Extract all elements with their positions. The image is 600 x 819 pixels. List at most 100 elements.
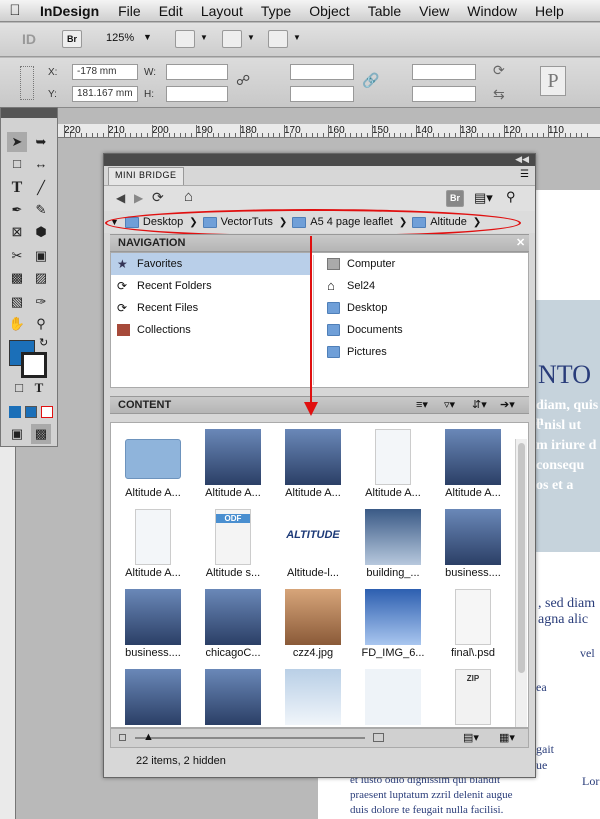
nav-sel24[interactable]: ⌂ Sel24 [321,275,521,297]
view-mode-icon[interactable]: ▤▾ [463,731,479,744]
thumbnail-item[interactable]: czz4.jpg [273,589,353,669]
apply-color-icon[interactable] [9,406,21,418]
search-icon[interactable]: ⚲ [506,189,516,205]
scissors-tool-icon[interactable]: ✂ [7,246,27,266]
line-tool-icon[interactable]: ╱ [31,178,51,198]
y-field[interactable]: 181.167 mm [72,86,138,102]
pencil-tool-icon[interactable]: ✎ [31,200,51,220]
zoom-dropdown-icon[interactable]: ▼ [143,32,152,42]
nav-desktop[interactable]: Desktop [321,297,521,319]
scale-link-icon[interactable]: 🔗 [362,72,379,89]
w-field[interactable] [166,64,228,80]
stroke-swatch[interactable] [21,352,47,378]
h-field[interactable] [166,86,228,102]
panel-menu-icon[interactable]: ☰ [520,169,529,180]
zoom-tool-icon[interactable]: ⚲ [31,314,51,334]
tab-mini-bridge[interactable]: MINI BRIDGE [108,167,184,185]
tools-panel-header[interactable] [1,108,57,118]
go-to-bridge-button[interactable]: Br [446,190,464,207]
eyedropper-tool-icon[interactable]: ✑ [31,292,51,312]
thumbnail-item[interactable]: Altitude A... [433,429,513,509]
apply-none-icon[interactable] [41,406,53,418]
thumbnail-item[interactable]: chicagoC... [193,589,273,669]
rotation-field[interactable] [412,64,476,80]
nav-computer[interactable]: Computer [321,253,521,275]
preview-mode-icon[interactable]: ▩ [31,424,51,444]
thumbnail-slider-track[interactable] [135,737,365,739]
navigation-header[interactable]: NAVIGATION [110,234,529,252]
reference-point-icon[interactable] [20,66,34,100]
menu-object[interactable]: Object [300,3,358,19]
apply-gradient-icon[interactable] [25,406,37,418]
thumbnail-item[interactable]: business.... [113,589,193,669]
thumbnail-item[interactable]: FD_IMG_6... [353,589,433,669]
free-transform-tool-icon[interactable]: ▣ [31,246,51,266]
screen-mode-dropdown-icon[interactable]: ▼ [247,33,255,42]
scale-y-field[interactable] [290,86,354,102]
thumbnail-item[interactable]: Altitude A... [193,429,273,509]
rotate-icon[interactable]: ⟳ [493,62,505,79]
thumbnail-slider-handle[interactable]: ▲ [143,731,154,743]
apple-icon[interactable]:  [0,2,30,19]
view-options-icon[interactable]: ▦▾ [499,731,515,744]
constrain-link-icon[interactable]: ☍ [236,72,250,89]
nav-recent-files[interactable]: ⟳ Recent Files [111,297,311,319]
filter-icon[interactable]: ▿▾ [444,398,455,411]
note-tool-icon[interactable]: ▧ [7,292,27,312]
scroll-thumb[interactable] [518,443,525,673]
collapse-panel-icon[interactable]: ◀◀ [515,154,529,165]
sort-icon[interactable]: ≡▾ [416,398,428,411]
gradient-swatch-tool-icon[interactable]: ▩ [7,268,27,288]
scale-x-field[interactable] [290,64,354,80]
flip-icon[interactable]: ⇆ [493,86,505,103]
paragraph-icon[interactable]: P [540,66,566,96]
menu-layout[interactable]: Layout [192,3,252,19]
swap-fill-stroke-icon[interactable]: ↻ [39,336,48,349]
tools-menu-icon[interactable]: ➔▾ [500,398,515,411]
home-icon[interactable]: ⌂ [184,188,193,205]
menu-view[interactable]: View [410,3,458,19]
sort-order-icon[interactable]: ⇵▾ [472,398,487,411]
content-scrollbar[interactable] [515,439,527,727]
menu-table[interactable]: Table [359,3,410,19]
type-tool-icon[interactable]: T [7,178,27,198]
screen-mode-icon[interactable] [222,30,242,48]
menu-edit[interactable]: Edit [150,3,192,19]
nav-favorites[interactable]: ★ Favorites [111,253,311,275]
menu-type[interactable]: Type [252,3,300,19]
arrange-dropdown-icon[interactable]: ▼ [293,33,301,42]
view-dropdown-icon[interactable]: ▼ [200,33,208,42]
nav-documents[interactable]: Documents [321,319,521,341]
thumbnail-item[interactable]: Altitude A... [353,429,433,509]
thumbnail-item[interactable]: ODF Altitude s... [193,509,273,589]
pen-tool-icon[interactable]: ✒ [7,200,27,220]
view-menu-icon[interactable]: ▤▾ [474,190,493,206]
gap-tool-icon[interactable]: ↔ [31,154,51,174]
menu-file[interactable]: File [109,3,150,19]
nav-collections[interactable]: Collections [111,319,311,341]
direct-selection-tool-icon[interactable]: ➥ [31,132,51,152]
back-icon[interactable]: ◀ [116,191,125,205]
recent-folder-icon[interactable]: ⟳ [152,189,164,206]
normal-mode-icon[interactable]: ▣ [7,424,27,444]
thumbnail-item[interactable]: ALTITUDE Altitude-l... [273,509,353,589]
thumbnail-item[interactable]: business.... [433,509,513,589]
bridge-button[interactable]: Br [62,30,82,48]
formatting-container-icon[interactable]: □ [9,378,29,398]
nav-recent-folders[interactable]: ⟳ Recent Folders [111,275,311,297]
arrange-documents-icon[interactable] [268,30,288,48]
formatting-text-icon[interactable]: T [29,378,49,398]
page-tool-icon[interactable]: □ [7,154,27,174]
thumbnail-item[interactable]: Altitude A... [113,429,193,509]
small-thumb-icon[interactable] [119,734,126,741]
thumbnail-item[interactable]: building_... [353,509,433,589]
selection-tool-icon[interactable]: ➤ [7,132,27,152]
view-options-icon[interactable] [175,30,195,48]
shear-field[interactable] [412,86,476,102]
menu-window[interactable]: Window [458,3,526,19]
polygon-tool-icon[interactable]: ⬢ [31,222,51,242]
thumbnail-item[interactable]: Altitude A... [273,429,353,509]
x-field[interactable]: -178 mm [72,64,138,80]
menu-help[interactable]: Help [526,3,573,19]
zoom-level[interactable]: 125% [106,32,134,44]
